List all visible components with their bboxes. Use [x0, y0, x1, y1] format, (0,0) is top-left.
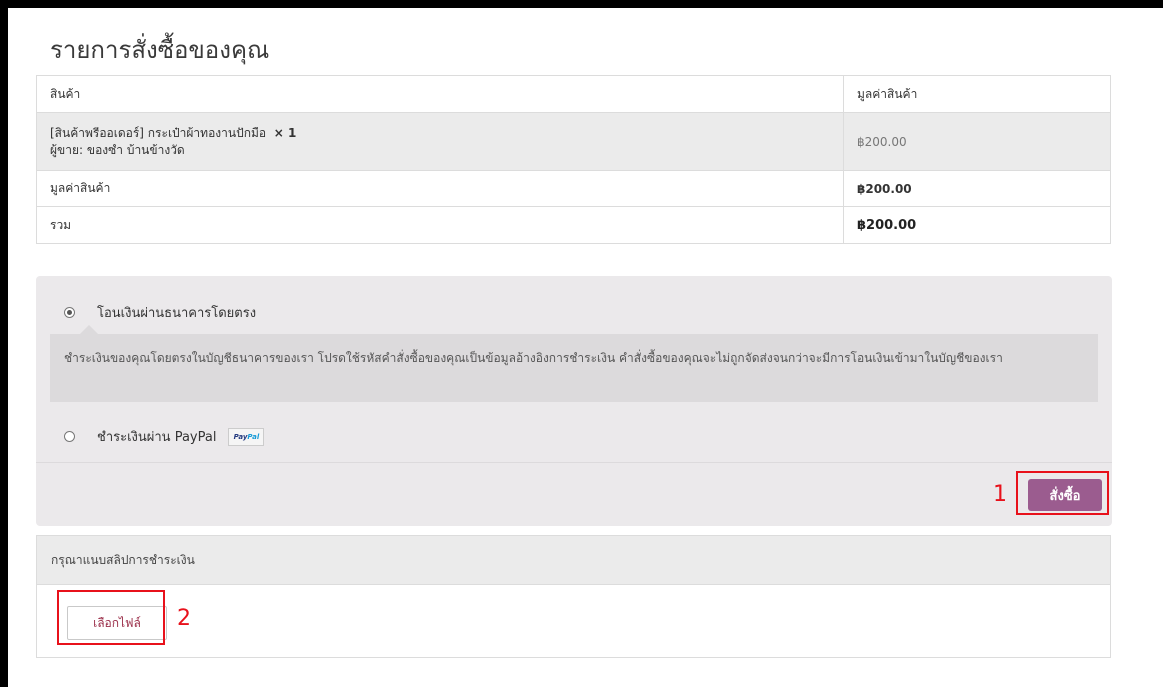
payment-slip-upload: กรุณาแนบสลิปการชำระเงิน เลือกไฟล์: [36, 535, 1111, 658]
item-name: [สินค้าพรีออเดอร์] กระเป๋าผ้าทองานปักมือ: [50, 125, 267, 140]
page-title: รายการสั่งซื้อของคุณ: [50, 36, 270, 64]
paypal-label[interactable]: ชำระเงินผ่าน PayPal: [97, 426, 216, 447]
payment-method-paypal[interactable]: ชำระเงินผ่าน PayPal PayPal: [64, 426, 265, 447]
payment-method-bank[interactable]: โอนเงินผ่านธนาคารโดยตรง: [64, 302, 256, 323]
upload-header: กรุณาแนบสลิปการชำระเงิน: [37, 536, 1110, 585]
frame-top-border: [0, 0, 1163, 8]
item-cell: [สินค้าพรีออเดอร์] กระเป๋าผ้าทองานปักมือ…: [36, 112, 844, 171]
payment-methods-box: โอนเงินผ่านธนาคารโดยตรง ชำระเงินของคุณโด…: [36, 276, 1112, 526]
paypal-radio[interactable]: [64, 431, 75, 442]
bank-transfer-radio[interactable]: [64, 307, 75, 318]
paypal-logo: PayPal: [228, 427, 265, 446]
bank-transfer-label[interactable]: โอนเงินผ่านธนาคารโดยตรง: [97, 302, 256, 323]
bank-transfer-description: ชำระเงินของคุณโดยตรงในบัญชีธนาคารของเรา …: [50, 325, 1098, 402]
item-price: ฿200.00: [843, 112, 1111, 171]
order-summary-table: สินค้า มูลค่าสินค้า [สินค้าพรีออเดอร์] ก…: [36, 75, 1111, 244]
highlight-box-order: [1016, 471, 1109, 515]
total-row: รวม ฿200.00: [36, 206, 1111, 244]
frame-left-border: [0, 0, 8, 687]
item-qty: × 1: [273, 125, 297, 140]
header-price: มูลค่าสินค้า: [843, 75, 1111, 113]
header-product: สินค้า: [36, 75, 844, 113]
item-vendor: ผู้ขาย: ของซำ บ้านข้างวัด: [50, 142, 185, 157]
annotation-number-1: 1: [993, 482, 1007, 507]
highlight-box-file: [57, 590, 165, 645]
annotation-number-2: 2: [177, 606, 191, 631]
table-row: [สินค้าพรีออเดอร์] กระเป๋าผ้าทองานปักมือ…: [36, 112, 1111, 171]
item-name-line: [สินค้าพรีออเดอร์] กระเป๋าผ้าทองานปักมือ…: [50, 125, 830, 142]
payment-divider: [36, 462, 1112, 463]
total-label: รวม: [36, 206, 844, 244]
subtotal-label: มูลค่าสินค้า: [36, 170, 844, 207]
subtotal-row: มูลค่าสินค้า ฿200.00: [36, 170, 1111, 207]
total-value: ฿200.00: [843, 206, 1111, 244]
table-header-row: สินค้า มูลค่าสินค้า: [36, 75, 1111, 113]
subtotal-value: ฿200.00: [843, 170, 1111, 207]
